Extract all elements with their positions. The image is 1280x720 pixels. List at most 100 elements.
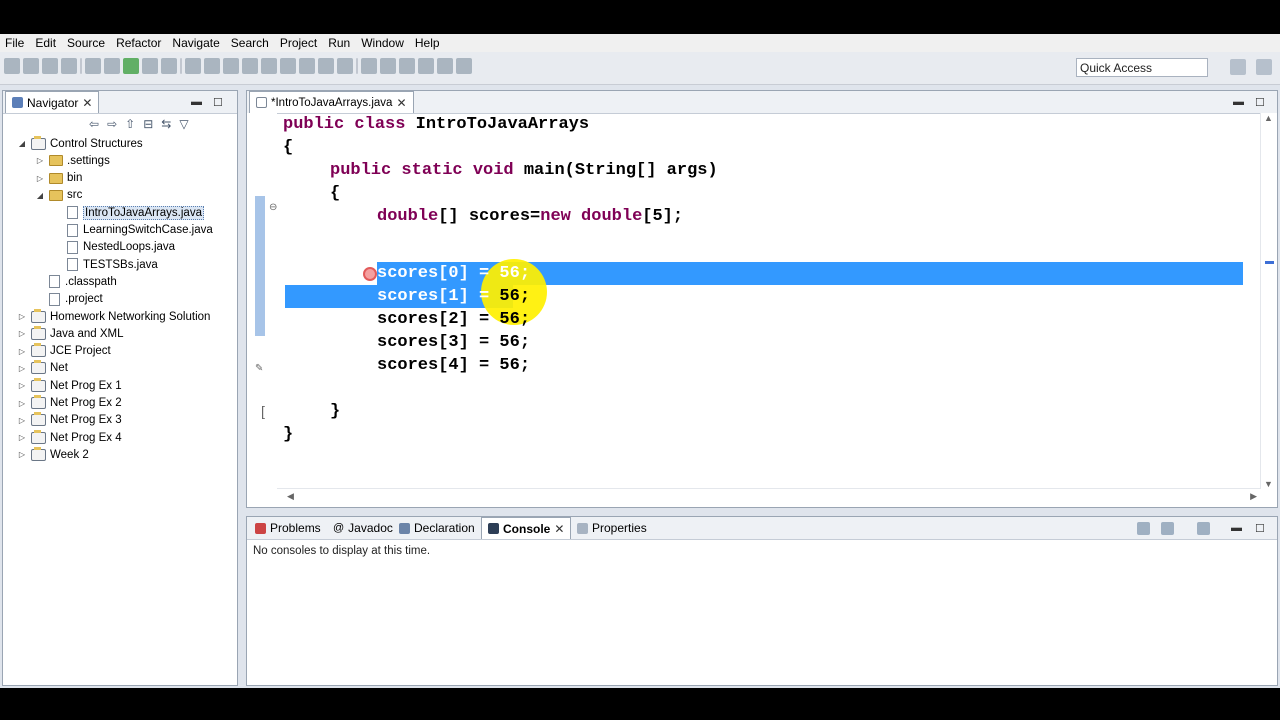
external-tools-icon[interactable] bbox=[161, 58, 177, 74]
collapse-all-icon[interactable]: ⊟ bbox=[143, 117, 153, 131]
maximize-icon[interactable]: ☐ bbox=[1255, 96, 1265, 109]
tab-console[interactable]: Console ✕ bbox=[481, 517, 572, 539]
new-class-icon[interactable] bbox=[223, 58, 239, 74]
tab-properties[interactable]: Properties bbox=[577, 517, 647, 539]
back-icon[interactable] bbox=[418, 58, 434, 74]
close-icon[interactable]: ✕ bbox=[396, 96, 406, 110]
link-editor-icon[interactable]: ⇆ bbox=[161, 117, 171, 131]
tree-item[interactable]: ◢ Control Structures bbox=[17, 135, 143, 152]
debug-icon[interactable] bbox=[104, 58, 120, 74]
tree-item[interactable]: ▷ Net Prog Ex 2 bbox=[17, 395, 122, 412]
menu-help[interactable]: Help bbox=[410, 36, 446, 50]
tree-item[interactable]: .classpath bbox=[35, 273, 117, 290]
back-arrow-icon[interactable]: ⇦ bbox=[89, 117, 99, 131]
tree-item[interactable]: ▷ Net bbox=[17, 360, 68, 377]
tree-item[interactable]: ▷ Week 2 bbox=[17, 446, 89, 463]
menu-edit[interactable]: Edit bbox=[30, 36, 62, 50]
toggle-mark-icon[interactable] bbox=[299, 58, 315, 74]
new-package-icon[interactable] bbox=[204, 58, 220, 74]
new-java-project-icon[interactable] bbox=[185, 58, 201, 74]
collapsed-arrow-icon[interactable]: ▷ bbox=[17, 364, 27, 373]
minimize-icon[interactable]: ▬ bbox=[1231, 522, 1242, 534]
show-whitespace-icon[interactable] bbox=[337, 58, 353, 74]
collapsed-arrow-icon[interactable]: ▷ bbox=[17, 416, 27, 425]
menu-refactor[interactable]: Refactor bbox=[111, 36, 167, 50]
minimize-icon[interactable]: ▬ bbox=[1233, 96, 1244, 108]
collapsed-arrow-icon[interactable]: ▷ bbox=[17, 347, 27, 356]
open-type-icon[interactable] bbox=[242, 58, 258, 74]
maximize-icon[interactable]: ☐ bbox=[1255, 522, 1265, 535]
tree-item[interactable]: LearningSwitchCase.java bbox=[53, 222, 213, 239]
collapsed-arrow-icon[interactable]: ▷ bbox=[17, 381, 27, 390]
menu-window[interactable]: Window bbox=[356, 36, 410, 50]
tree-item[interactable]: ▷ Homework Networking Solution bbox=[17, 308, 210, 325]
display-console-icon[interactable] bbox=[1161, 522, 1174, 535]
tree-item[interactable]: TESTSBs.java bbox=[53, 256, 158, 273]
scroll-up-icon[interactable]: ▲ bbox=[1264, 113, 1273, 123]
editor-horizontal-scrollbar[interactable]: ◀ ▶ bbox=[277, 488, 1261, 507]
run-dropdown-icon[interactable] bbox=[142, 58, 158, 74]
search-icon[interactable] bbox=[85, 58, 101, 74]
tree-item[interactable]: ◢ src bbox=[35, 187, 82, 204]
tree-item[interactable]: .project bbox=[35, 291, 103, 308]
maximize-icon[interactable]: ☐ bbox=[213, 96, 223, 109]
scroll-down-icon[interactable]: ▼ bbox=[1264, 479, 1273, 489]
collapsed-arrow-icon[interactable]: ▷ bbox=[17, 433, 27, 442]
forward-icon[interactable] bbox=[437, 58, 453, 74]
pin-editor-icon[interactable] bbox=[456, 58, 472, 74]
menu-search[interactable]: Search bbox=[226, 36, 275, 50]
scroll-left-icon[interactable]: ◀ bbox=[287, 491, 294, 502]
menu-source[interactable]: Source bbox=[62, 36, 111, 50]
close-icon[interactable]: ✕ bbox=[554, 522, 564, 536]
code-editor[interactable]: public class IntroToJavaArrays { public … bbox=[277, 113, 1257, 489]
collapsed-arrow-icon[interactable]: ▷ bbox=[17, 399, 27, 408]
quick-access-input[interactable]: Quick Access bbox=[1076, 58, 1208, 77]
menu-file[interactable]: File bbox=[0, 36, 30, 50]
tree-item[interactable]: ▷ JCE Project bbox=[17, 343, 111, 360]
run-icon[interactable] bbox=[123, 58, 139, 74]
open-perspective-icon[interactable] bbox=[1230, 59, 1246, 75]
menu-run[interactable]: Run bbox=[323, 36, 356, 50]
tree-item[interactable]: ▷ Java and XML bbox=[17, 325, 124, 342]
last-edit-icon[interactable] bbox=[399, 58, 415, 74]
tree-item[interactable]: IntroToJavaArrays.java bbox=[53, 204, 204, 221]
tree-item[interactable]: ▷ .settings bbox=[35, 152, 110, 169]
scroll-right-icon[interactable]: ▶ bbox=[1250, 491, 1257, 502]
open-console-icon[interactable] bbox=[1137, 522, 1150, 535]
view-menu-icon[interactable]: ▽ bbox=[179, 117, 188, 131]
tree-item[interactable]: ▷ Net Prog Ex 3 bbox=[17, 412, 122, 429]
tab-intro-to-java-arrays[interactable]: *IntroToJavaArrays.java ✕ bbox=[249, 91, 414, 113]
collapsed-arrow-icon[interactable]: ▷ bbox=[17, 450, 27, 459]
open-task-icon[interactable] bbox=[261, 58, 277, 74]
collapsed-arrow-icon[interactable]: ▷ bbox=[17, 312, 27, 321]
expanded-arrow-icon[interactable]: ◢ bbox=[17, 139, 27, 148]
collapsed-arrow-icon[interactable]: ▷ bbox=[17, 329, 27, 338]
next-annotation-icon[interactable] bbox=[361, 58, 377, 74]
minimize-icon[interactable]: ▬ bbox=[191, 96, 202, 108]
tab-declaration[interactable]: Declaration bbox=[399, 517, 475, 539]
new-console-icon[interactable] bbox=[1197, 522, 1210, 535]
tree-item[interactable]: ▷ Net Prog Ex 4 bbox=[17, 429, 122, 446]
tab-problems[interactable]: Problems bbox=[255, 517, 321, 539]
previous-annotation-icon[interactable] bbox=[380, 58, 396, 74]
tree-item[interactable]: ▷ Net Prog Ex 1 bbox=[17, 377, 122, 394]
tab-navigator[interactable]: Navigator ✕ bbox=[5, 91, 100, 113]
expanded-arrow-icon[interactable]: ◢ bbox=[35, 191, 45, 200]
close-icon[interactable]: ✕ bbox=[82, 96, 92, 110]
block-selection-icon[interactable] bbox=[318, 58, 334, 74]
up-folder-icon[interactable]: ⇧ bbox=[125, 117, 135, 131]
overview-marker[interactable] bbox=[1265, 261, 1274, 264]
tree-item[interactable]: ▷ bin bbox=[35, 170, 82, 187]
search-file-icon[interactable] bbox=[280, 58, 296, 74]
tab-javadoc[interactable]: @ Javadoc bbox=[333, 517, 393, 539]
collapsed-arrow-icon[interactable]: ▷ bbox=[35, 174, 45, 183]
tree-item[interactable]: NestedLoops.java bbox=[53, 239, 175, 256]
editor-vertical-scrollbar[interactable]: ▲ ▼ bbox=[1260, 113, 1277, 489]
java-perspective-icon[interactable] bbox=[1256, 59, 1272, 75]
print-icon[interactable] bbox=[61, 58, 77, 74]
forward-arrow-icon[interactable]: ⇨ bbox=[107, 117, 117, 131]
save-all-icon[interactable] bbox=[42, 58, 58, 74]
collapsed-arrow-icon[interactable]: ▷ bbox=[35, 156, 45, 165]
menu-navigate[interactable]: Navigate bbox=[167, 36, 225, 50]
new-icon[interactable] bbox=[4, 58, 20, 74]
